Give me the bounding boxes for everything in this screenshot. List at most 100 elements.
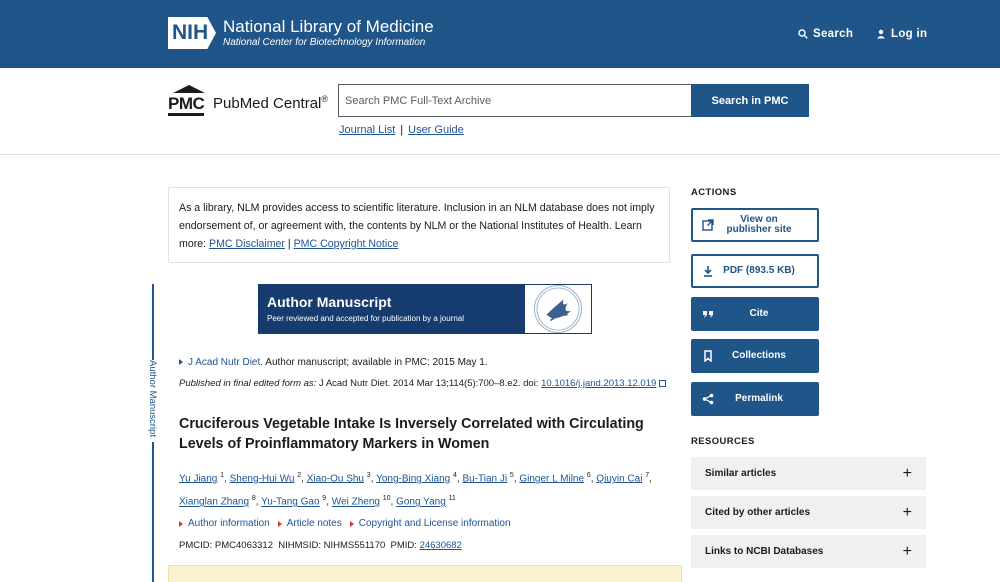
author-affiliation-number: 8 [251,495,256,503]
view-on-publisher-button[interactable]: View on publisher site [691,208,819,242]
header-search-label: Search [813,28,854,40]
search-icon [798,29,808,39]
author-affiliation-number: 4 [453,472,457,479]
pmc-copyright-link[interactable]: PMC Copyright Notice [294,238,399,250]
author-link[interactable]: Qiuyin Cai [596,473,642,484]
pmc-roof-icon [173,85,205,93]
external-link-icon [659,380,667,387]
author-link[interactable]: Yong-Bing Xiang [376,473,450,484]
user-guide-link[interactable]: User Guide [408,124,464,136]
banner-seal-panel [525,285,591,333]
plus-icon: + [902,503,912,521]
pmc-name-text: PubMed Central [213,95,322,112]
disclaimer-separator: | [284,238,294,250]
article-identifiers: PMCID: PMC4063312 NIHMSID: NIHMS551170 P… [179,540,462,551]
pmc-logo-mark: PMC [168,85,210,117]
red-triangle-icon [179,520,183,527]
permalink-button[interactable]: Permalink [691,382,819,416]
bookmark-icon [704,350,712,362]
registered-mark: ® [321,94,329,104]
banner-subtitle: Peer reviewed and accepted for publicati… [267,314,465,323]
banner-text-panel: Author Manuscript Peer reviewed and acce… [259,285,525,333]
pmc-search-input[interactable] [338,84,692,117]
pmid-link[interactable]: 24630682 [420,540,462,551]
view-on-publisher-label: View on publisher site [719,215,817,235]
pmid-label: PMID: [390,540,420,551]
quote-icon [703,311,713,318]
author-link[interactable]: Bu-Tian Ji [462,473,507,484]
plus-icon: + [902,542,912,560]
doi-link[interactable]: 10.1016/j.jand.2013.12.019 [541,378,656,389]
header-search-button[interactable]: Search [798,28,853,40]
cite-button[interactable]: Cite [691,297,819,331]
site-header: NIH National Library of Medicine Nationa… [0,0,1000,68]
similar-articles-accordion[interactable]: Similar articles + [691,457,926,490]
author-affiliation-number: 2 [297,472,302,479]
author-link[interactable]: Yu-Tang Gao [261,497,319,508]
share-icon [702,393,714,405]
share-icon-wrap [697,393,719,405]
pdf-download-button[interactable]: PDF (893.5 KB) [691,254,819,288]
published-text: J Acad Nutr Diet. 2014 Mar 13;114(5):700… [316,378,542,389]
side-label-text: Author Manuscript [147,360,158,438]
article-title: Cruciferous Vegetable Intake Is Inversel… [179,416,644,452]
download-icon [704,266,712,277]
journal-availability: . Author manuscript; available in PMC: 2… [260,357,488,368]
org-title: National Library of Medicine [223,17,434,36]
library-disclaimer: As a library, NLM provides access to sci… [168,187,670,263]
author-link[interactable]: Xiao-Ou Shu [307,473,364,484]
author-link[interactable]: Ginger L Milne [519,473,584,484]
article-info-links: Author information Article notes Copyrig… [179,518,511,529]
hhs-seal-icon [534,285,582,333]
copyright-license-toggle[interactable]: Copyright and License information [349,518,511,529]
journal-citation: J Acad Nutr Diet. Author manuscript; ava… [179,357,488,368]
permalink-label: Permalink [735,393,783,404]
red-triangle-icon [349,520,354,527]
search-in-pmc-button[interactable]: Search in PMC [691,84,809,117]
external-link-icon [702,219,714,231]
author-link[interactable]: Xianglan Zhang [179,497,249,508]
author-link[interactable]: Wei Zheng [332,497,380,508]
login-button[interactable]: Log in [876,28,927,40]
author-affiliation-number: 10 [382,495,391,503]
author-affiliation-number: 3 [366,472,371,479]
author-affiliation-number: 9 [322,495,327,503]
author-link[interactable]: Sheng-Hui Wu [230,473,295,484]
nih-logo[interactable]: NIH National Library of Medicine Nationa… [168,17,434,49]
author-affiliation-number: 11 [448,495,456,503]
login-label: Log in [891,28,928,40]
similar-articles-label: Similar articles [705,468,777,479]
org-subtitle: National Center for Biotechnology Inform… [223,37,426,48]
pmc-search-band: PMC PubMed Central® Search in PMC Journa… [0,68,1000,155]
author-link[interactable]: Gong Yang [396,497,446,508]
article-notes-toggle[interactable]: Article notes [277,518,342,529]
nih-org-text: National Library of Medicine National Ce… [223,17,434,49]
published-prefix: Published in final edited form as: [179,378,317,389]
link-separator: | [400,124,404,136]
author-affiliation-number: 5 [509,472,514,479]
author-information-toggle[interactable]: Author information [179,518,270,529]
nihmsid: NIHMSID: NIHMS551170 [278,540,386,551]
banner-title: Author Manuscript [267,294,392,310]
ncbi-links-accordion[interactable]: Links to NCBI Databases + [691,535,926,568]
pmc-logo[interactable]: PMC PubMed Central® [168,85,328,117]
cited-by-label: Cited by other articles [705,507,811,518]
external-link-icon-wrap [697,219,719,231]
download-icon-wrap [697,265,719,277]
cited-by-accordion[interactable]: Cited by other articles + [691,496,926,529]
article-notes-label: Article notes [286,518,342,529]
pmcid: PMCID: PMC4063312 [179,540,273,551]
collections-button[interactable]: Collections [691,339,819,373]
collections-label: Collections [732,350,786,361]
pmc-logo-name: PubMed Central® [213,94,328,117]
author-affiliation-number: 6 [586,472,591,479]
journal-list-link[interactable]: Journal List [339,124,395,136]
pmc-disclaimer-link[interactable]: PMC Disclaimer [209,238,285,250]
author-list: Yu Jiang 1, Sheng-Hui Wu 2, Xiao-Ou Shu … [179,472,652,508]
journal-link[interactable]: J Acad Nutr Diet [188,357,260,368]
author-information-label: Author information [188,518,270,529]
expand-triangle-icon [179,359,183,365]
author-link[interactable]: Yu Jiang [179,473,217,484]
author-manuscript-banner: Author Manuscript Peer reviewed and acce… [258,284,592,334]
red-triangle-icon [277,520,282,527]
